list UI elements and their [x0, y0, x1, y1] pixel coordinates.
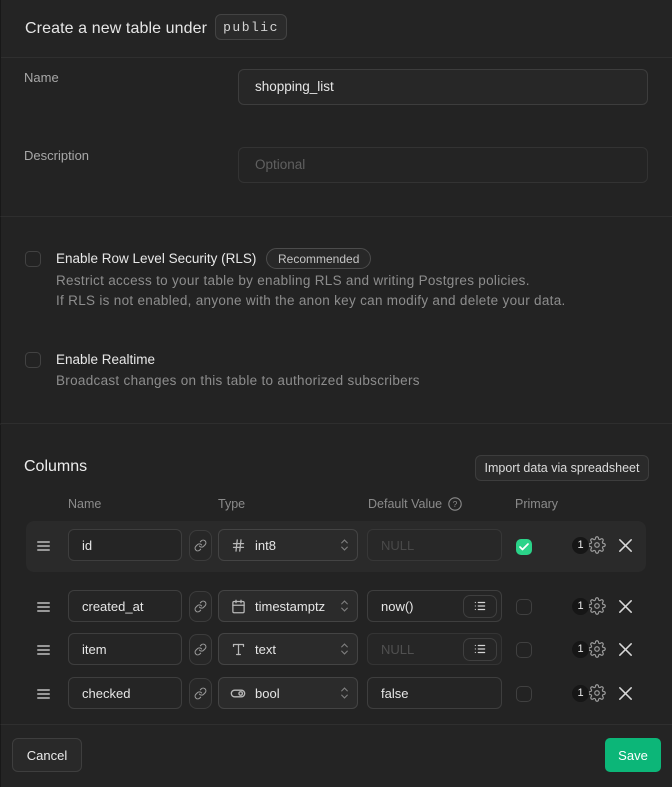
svg-text:?: ?: [453, 499, 458, 509]
